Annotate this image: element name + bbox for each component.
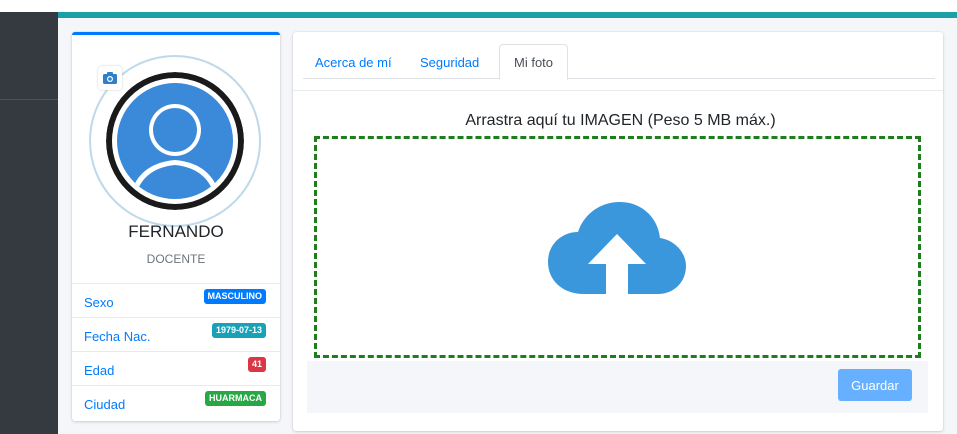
profile-name: FERNANDO: [128, 222, 224, 241]
card-divider: [293, 90, 943, 91]
settings-card: Acerca de mí Seguridad Mi foto Arrastra …: [293, 32, 943, 431]
profile-role: DOCENTE: [146, 252, 206, 266]
tab-bar: Acerca de mí Seguridad Mi foto: [303, 44, 935, 80]
change-photo-button[interactable]: [98, 66, 122, 90]
city-badge: HUARMACA: [205, 391, 266, 406]
sidebar-divider: [0, 99, 58, 100]
user-avatar-icon: [106, 72, 244, 210]
save-button[interactable]: Guardar: [838, 369, 912, 401]
info-row-fecha-nac: Fecha Nac. 1979-07-13: [72, 317, 280, 351]
tab-mi-foto[interactable]: Mi foto: [499, 44, 569, 80]
info-label: Edad: [84, 363, 115, 378]
sexo-badge: MASCULINO: [203, 289, 266, 304]
camera-icon: [103, 72, 117, 84]
profile-info-list: Sexo MASCULINO Fecha Nac. 1979-07-13 Eda…: [72, 283, 280, 419]
birthdate-badge: 1979-07-13: [211, 323, 266, 338]
tab-seguridad[interactable]: Seguridad: [420, 44, 479, 79]
image-dropzone[interactable]: [314, 136, 921, 358]
info-row-ciudad: Ciudad HUARMACA: [72, 385, 280, 419]
card-footer: Guardar: [307, 361, 928, 413]
dropzone-title: Arrastra aquí tu IMAGEN (Peso 5 MB máx.): [465, 112, 776, 129]
age-badge: 41: [247, 357, 266, 372]
profile-card: FERNANDO DOCENTE Sexo MASCULINO Fecha Na…: [72, 32, 280, 421]
cloud-upload-icon: [548, 202, 686, 294]
sidebar: [0, 12, 58, 434]
avatar: [106, 72, 244, 210]
info-row-edad: Edad 41: [72, 351, 280, 385]
info-label: Sexo: [84, 295, 114, 310]
tab-acerca-de-mi[interactable]: Acerca de mí: [315, 44, 392, 79]
info-label: Fecha Nac.: [84, 329, 151, 344]
info-label: Ciudad: [84, 397, 126, 412]
info-row-sexo: Sexo MASCULINO: [72, 283, 280, 317]
